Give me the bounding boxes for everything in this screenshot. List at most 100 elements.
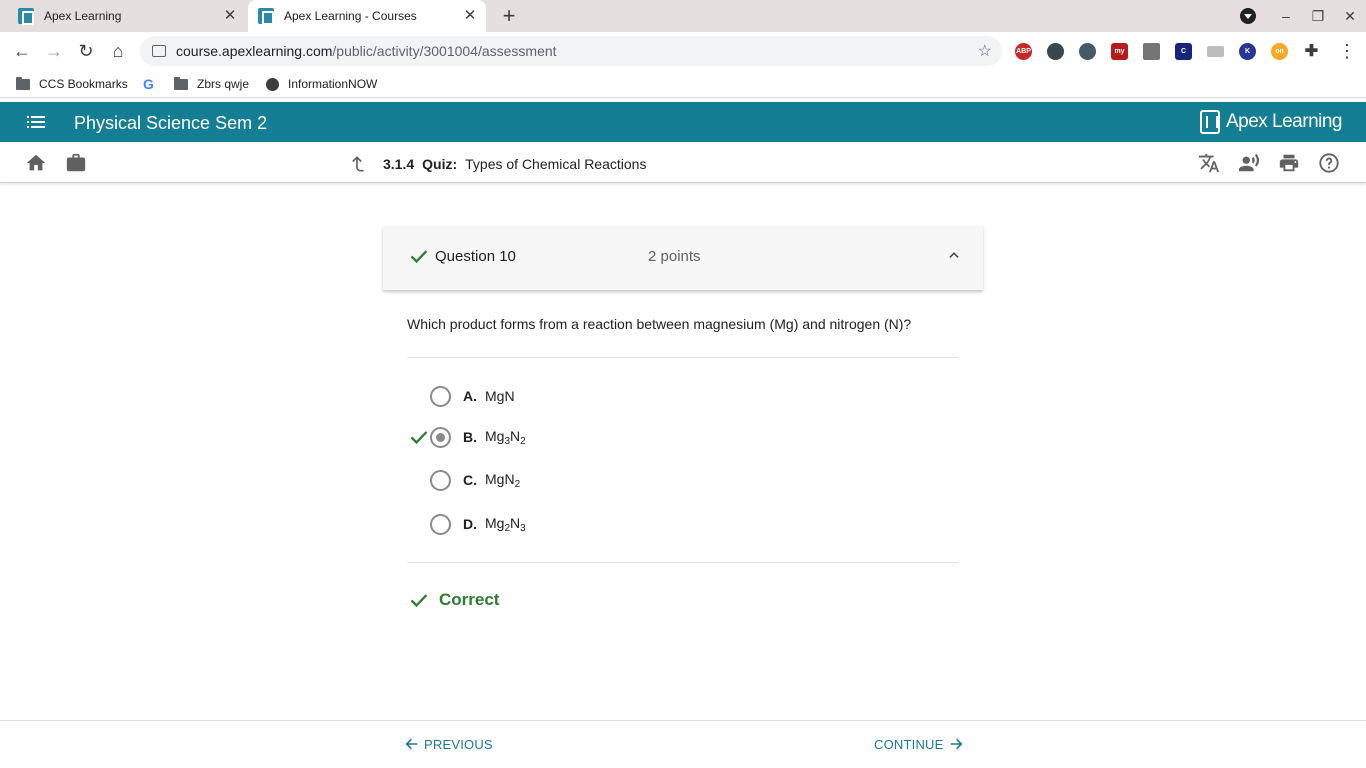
url-path: /public/activity/3001004/assessment bbox=[332, 43, 557, 59]
answer-option-a[interactable]: A. MgN bbox=[430, 385, 515, 407]
result-feedback: Correct bbox=[409, 590, 499, 610]
browser-tab-apex-courses[interactable]: Apex Learning - Courses ✕ bbox=[248, 0, 486, 32]
option-letter: C. bbox=[463, 472, 477, 488]
course-title: Physical Science Sem 2 bbox=[74, 113, 268, 133]
tab-search-icon[interactable] bbox=[1240, 8, 1256, 24]
back-icon[interactable]: ← bbox=[11, 40, 33, 62]
question-header[interactable]: Question 10 2 points bbox=[383, 226, 983, 290]
logo-text: Apex Learning bbox=[1225, 111, 1343, 132]
bookmarks-bar: CCS Bookmarks G Zbrs qwje InformationNOW bbox=[0, 70, 1366, 98]
k-extension-icon[interactable]: K bbox=[1239, 43, 1256, 60]
forward-icon[interactable]: → bbox=[43, 40, 65, 62]
browser-toolbar: ← → ↻ ⌂ course.apexlearning.com/public/a… bbox=[0, 32, 1366, 70]
radio-button-selected[interactable] bbox=[430, 426, 451, 448]
option-text: MgN bbox=[485, 388, 515, 404]
activity-footer: PREVIOUS CONTINUE bbox=[0, 720, 1366, 768]
check-icon bbox=[410, 594, 428, 608]
bookmark-google[interactable]: G bbox=[143, 76, 154, 92]
folder-icon bbox=[16, 76, 30, 90]
previous-label: PREVIOUS bbox=[424, 736, 493, 752]
minimize-icon[interactable]: – bbox=[1276, 6, 1296, 26]
home-icon[interactable] bbox=[25, 152, 47, 174]
home-icon[interactable]: ⌂ bbox=[107, 40, 129, 62]
menu-icon[interactable] bbox=[27, 116, 45, 128]
translate-icon[interactable] bbox=[1198, 152, 1220, 174]
informationnow-icon bbox=[266, 77, 279, 91]
check-icon bbox=[410, 431, 428, 445]
continue-label: CONTINUE bbox=[874, 736, 944, 752]
bookmark-label: CCS Bookmarks bbox=[39, 77, 128, 91]
on-extension-icon[interactable]: on bbox=[1271, 43, 1288, 60]
browser-tab-strip: Apex Learning ✕ Apex Learning - Courses … bbox=[0, 0, 1366, 32]
folder-icon bbox=[174, 76, 188, 90]
bookmark-label: Zbrs qwje bbox=[197, 77, 250, 91]
option-letter: B. bbox=[463, 429, 477, 445]
option-letter: A. bbox=[463, 388, 477, 404]
question-title: Question 10 bbox=[435, 248, 516, 265]
divider bbox=[407, 562, 959, 563]
tab-title: Apex Learning - Courses bbox=[284, 9, 417, 23]
pen-extension-icon[interactable] bbox=[1143, 43, 1160, 60]
radio-button[interactable] bbox=[430, 469, 451, 491]
activity-breadcrumb: 3.1.4 Quiz: Types of Chemical Reactions bbox=[347, 154, 646, 174]
browser-menu-icon[interactable]: ⋮ bbox=[1338, 41, 1356, 61]
site-info-icon[interactable] bbox=[152, 45, 166, 57]
adblock-extension-icon[interactable]: ABP bbox=[1015, 43, 1032, 60]
option-text: MgN2 bbox=[485, 470, 521, 490]
briefcase-icon[interactable] bbox=[65, 152, 87, 174]
apex-favicon-icon bbox=[18, 8, 34, 25]
apex-logo-icon bbox=[1199, 110, 1220, 134]
course-header: Physical Science Sem 2 Apex Learning bbox=[0, 102, 1366, 142]
google-icon: G bbox=[143, 76, 154, 92]
option-text: Mg3N2 bbox=[485, 427, 526, 447]
new-tab-button[interactable]: + bbox=[499, 5, 519, 27]
activity-title: Types of Chemical Reactions bbox=[465, 156, 647, 172]
apex-favicon-icon bbox=[258, 8, 274, 25]
apex-learning-logo: Apex Learning bbox=[1199, 110, 1343, 134]
text-to-speech-icon[interactable] bbox=[1238, 152, 1260, 174]
result-label: Correct bbox=[439, 590, 500, 609]
up-arrow-icon[interactable] bbox=[347, 154, 367, 174]
extensions-puzzle-icon[interactable]: ✚ bbox=[1303, 43, 1320, 60]
answer-option-c[interactable]: C. MgN2 bbox=[430, 469, 520, 491]
my-extension-icon[interactable]: my bbox=[1111, 43, 1128, 60]
c-extension-icon[interactable]: C bbox=[1175, 43, 1192, 60]
radio-button[interactable] bbox=[430, 513, 451, 535]
option-text: Mg2N3 bbox=[485, 514, 526, 534]
activity-nav: 3.1.4 Quiz: Types of Chemical Reactions bbox=[0, 142, 1366, 183]
address-bar[interactable]: course.apexlearning.com/public/activity/… bbox=[140, 36, 1002, 66]
url-host: course.apexlearning.com bbox=[176, 43, 333, 59]
bookmark-star-icon[interactable]: ☆ bbox=[978, 41, 992, 61]
bookmark-zbrs[interactable]: Zbrs qwje bbox=[174, 76, 249, 92]
arrow-right-icon bbox=[950, 738, 962, 750]
bookmark-informationnow[interactable]: InformationNOW bbox=[266, 76, 377, 92]
close-tab-icon[interactable]: ✕ bbox=[462, 8, 478, 24]
option-letter: D. bbox=[463, 516, 477, 532]
check-icon bbox=[410, 250, 428, 264]
answer-option-d[interactable]: D. Mg2N3 bbox=[430, 513, 526, 535]
radio-button[interactable] bbox=[430, 385, 451, 407]
question-text: Which product forms from a reaction betw… bbox=[407, 316, 912, 332]
browser-tab-apex-learning[interactable]: Apex Learning ✕ bbox=[18, 0, 246, 32]
print-icon[interactable] bbox=[1278, 152, 1300, 174]
divider bbox=[407, 357, 959, 358]
activity-number: 3.1.4 bbox=[383, 156, 415, 172]
bookmark-ccs[interactable]: CCS Bookmarks bbox=[16, 76, 128, 92]
reload-icon[interactable]: ↻ bbox=[75, 40, 97, 62]
shield-extension-icon[interactable] bbox=[1079, 43, 1096, 60]
close-tab-icon[interactable]: ✕ bbox=[222, 8, 238, 24]
activity-kind: Quiz: bbox=[422, 156, 458, 172]
tab-title: Apex Learning bbox=[44, 9, 122, 23]
close-window-icon[interactable]: ✕ bbox=[1340, 6, 1360, 26]
answer-option-b[interactable]: B. Mg3N2 bbox=[430, 426, 526, 448]
restore-icon[interactable]: ❐ bbox=[1308, 6, 1328, 26]
question-points: 2 points bbox=[648, 248, 701, 265]
help-icon[interactable] bbox=[1318, 152, 1340, 174]
bookmark-label: InformationNOW bbox=[288, 77, 378, 91]
continue-button[interactable]: CONTINUE bbox=[874, 736, 965, 752]
previous-button[interactable]: PREVIOUS bbox=[403, 736, 493, 752]
laptop-extension-icon[interactable] bbox=[1207, 46, 1224, 57]
chevron-up-icon[interactable] bbox=[947, 248, 961, 262]
shield-extension-icon[interactable] bbox=[1047, 43, 1064, 60]
arrow-left-icon bbox=[405, 738, 418, 750]
